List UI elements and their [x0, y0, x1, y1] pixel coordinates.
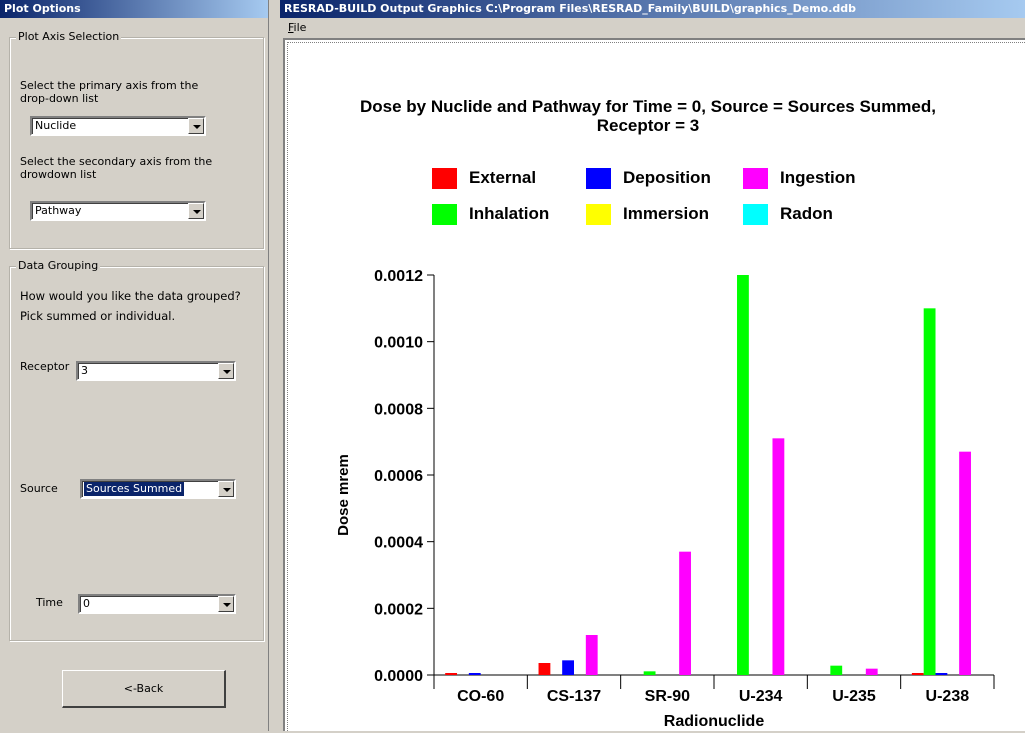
- output-graphics-title: RESRAD-BUILD Output Graphics C:\Program …: [280, 0, 1025, 18]
- x-axis-title: Radionuclide: [664, 713, 765, 730]
- bar: [923, 308, 936, 675]
- chevron-down-icon[interactable]: [218, 363, 234, 379]
- receptor-label: Receptor: [20, 360, 70, 373]
- back-button[interactable]: <-Back: [62, 670, 226, 708]
- primary-axis-value: Nuclide: [35, 119, 77, 132]
- y-tick-label: 0.0012: [374, 268, 423, 285]
- time-select[interactable]: 0: [78, 594, 236, 614]
- bar: [911, 673, 924, 675]
- bar: [679, 551, 691, 675]
- bar: [562, 660, 574, 675]
- menubar: File: [280, 18, 1025, 38]
- bar: [468, 673, 481, 675]
- x-tick-label: CO-60: [457, 688, 504, 705]
- y-tick-label: 0.0010: [374, 335, 423, 352]
- x-tick-label: U-235: [832, 688, 876, 705]
- plot-options-title: Plot Options: [0, 0, 268, 18]
- bar: [737, 275, 749, 675]
- bar: [935, 673, 948, 675]
- bar: [585, 635, 598, 675]
- bar: [538, 663, 551, 675]
- x-tick-label: CS-137: [547, 688, 601, 705]
- secondary-axis-select[interactable]: Pathway: [30, 201, 206, 221]
- bar: [772, 438, 785, 675]
- grouping-question-2: Pick summed or individual.: [20, 309, 176, 323]
- chart-svg: 0.0000 0.0002 0.0004 0.0006 0.0008 0.0010 0.00…: [335, 268, 995, 730]
- chart-frame: Dose by Nuclide and Pathway for Time = 0…: [283, 38, 1025, 731]
- primary-axis-label-1: Select the primary axis from the: [20, 79, 199, 92]
- bar: [445, 673, 458, 675]
- x-tick-label: SR-90: [645, 688, 690, 705]
- chevron-down-icon[interactable]: [218, 596, 234, 612]
- chevron-down-icon[interactable]: [218, 481, 234, 497]
- y-axis-title: Dose mrem: [335, 454, 352, 536]
- grouping-question-1: How would you like the data grouped?: [20, 289, 241, 303]
- menu-file[interactable]: File: [288, 18, 306, 38]
- y-tick-label: 0.0006: [374, 468, 423, 485]
- secondary-axis-label-2: drowdown list: [20, 168, 97, 181]
- bar: [959, 451, 971, 675]
- time-value: 0: [83, 597, 90, 610]
- y-tick-label: 0.0002: [374, 601, 423, 618]
- plot-axis-selection-legend: Plot Axis Selection: [16, 30, 122, 43]
- pane-splitter[interactable]: [268, 0, 280, 731]
- bar: [643, 671, 656, 675]
- source-label: Source: [20, 482, 58, 495]
- chevron-down-icon[interactable]: [188, 118, 204, 134]
- secondary-axis-value: Pathway: [35, 204, 82, 217]
- plot-options-panel: Plot Options Plot Axis Selection Select …: [0, 0, 268, 731]
- y-tick-label: 0.0008: [374, 401, 423, 418]
- secondary-axis-label-1: Select the secondary axis from the: [20, 155, 213, 168]
- bar: [865, 668, 878, 675]
- chevron-down-icon[interactable]: [188, 203, 204, 219]
- x-tick-label: U-238: [926, 688, 970, 705]
- x-tick-label: U-234: [739, 688, 783, 705]
- data-grouping-legend: Data Grouping: [16, 259, 101, 272]
- primary-axis-label-2: drop-down list: [20, 92, 99, 105]
- receptor-select[interactable]: 3: [76, 361, 236, 381]
- time-label: Time: [36, 596, 63, 609]
- primary-axis-select[interactable]: Nuclide: [30, 116, 206, 136]
- y-tick-label: 0.0000: [374, 668, 423, 685]
- y-tick-label: 0.0004: [374, 535, 423, 552]
- bar: [830, 665, 843, 675]
- source-select[interactable]: Sources Summed: [80, 479, 236, 499]
- source-value: Sources Summed: [84, 482, 185, 496]
- chart-area: Dose by Nuclide and Pathway for Time = 0…: [287, 42, 1025, 731]
- receptor-value: 3: [81, 364, 88, 377]
